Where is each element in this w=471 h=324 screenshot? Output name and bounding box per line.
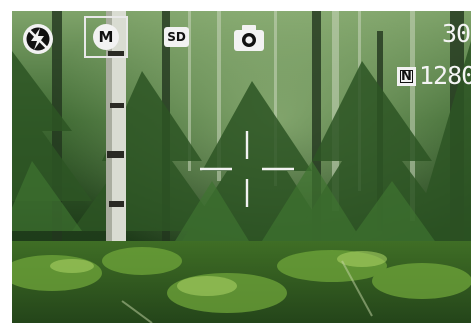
mode-letter: M [98, 27, 114, 46]
flash-off-icon[interactable] [20, 22, 56, 56]
viewfinder: M SD 30 N 1280 [12, 11, 471, 323]
mode-selector[interactable]: M [84, 16, 128, 58]
quality-badge: N [397, 67, 416, 86]
camera-icon[interactable] [232, 23, 266, 53]
manual-mode-icon: M [93, 24, 119, 50]
storage-sd-badge: SD [164, 27, 189, 47]
shots-remaining: 30 [442, 19, 471, 48]
resolution: 1280 [419, 61, 471, 90]
focus-crosshair [200, 131, 294, 207]
